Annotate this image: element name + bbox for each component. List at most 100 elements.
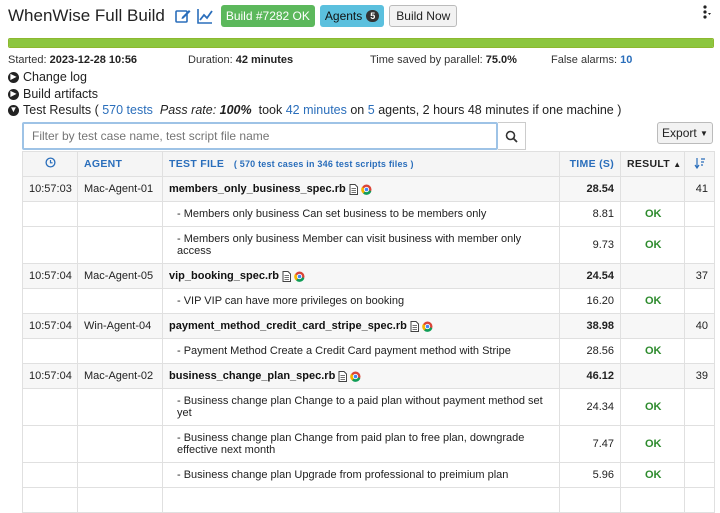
case-result: OK [620,201,685,227]
test-case-row[interactable]: - Business change plan Change from paid … [22,425,715,463]
empty-seq-cell [684,288,715,314]
sequence-number: 40 [684,313,715,339]
build-artifacts-toggle[interactable]: ▶ Build artifacts [8,87,98,101]
search-icon [505,130,518,143]
export-label: Export [662,126,697,140]
test-file-row[interactable]: 10:57:04 Mac-Agent-02 business_change_plan… [22,363,715,389]
change-log-toggle[interactable]: ▶ Change log [8,70,87,84]
test-file-name[interactable]: vip_booking_spec.rb [169,270,279,282]
test-file-row[interactable]: 10:57:03 Mac-Agent-01 members_only_busines… [22,176,715,202]
file-doc-icon[interactable] [346,183,358,195]
agent-name: Mac-Agent-02 [77,363,163,389]
search-button[interactable] [498,122,526,150]
table-body: 10:57:03 Mac-Agent-01 members_only_busines… [22,176,715,513]
time-saved-value: 75.0% [485,54,517,66]
test-case-row[interactable]: - Payment Method Create a Credit Card pa… [22,338,715,364]
empty-agent-cell [77,487,163,513]
case-duration [559,487,621,513]
empty-agent-cell [77,388,163,426]
build-progress-fill [9,39,713,47]
test-case-row[interactable]: - Members only business Can set business… [22,201,715,227]
test-case-name: - Members only business Member can visit… [162,226,560,264]
case-duration: 16.20 [559,288,621,314]
file-result [620,263,685,289]
empty-time-cell [22,487,78,513]
duration-value: 42 minutes [235,54,294,66]
test-case-row[interactable]: - Business change plan Change to a paid … [22,388,715,426]
started-stat: Started: 2023-12-28 10:56 [8,54,137,66]
time-column-header[interactable] [22,151,78,177]
result-column-header[interactable]: RESULT ▲ [620,151,685,177]
case-result: OK [620,462,685,488]
start-time: 10:57:04 [22,363,78,389]
chrome-browser-icon [347,370,361,382]
test-case-name: - VIP VIP can have more privileges on bo… [162,288,560,314]
chevron-right-icon: ▶ [8,71,19,83]
empty-agent-cell [77,425,163,463]
test-file-cell: members_only_business_spec.rb [162,176,560,202]
test-case-row[interactable]: - Members only business Member can visit… [22,226,715,264]
chrome-browser-icon [358,183,372,195]
change-log-label: Change log [23,70,87,84]
false-alarms-link[interactable]: 10 [620,54,632,66]
build-artifacts-label: Build artifacts [23,87,99,101]
time-seconds-column-header[interactable]: TIME (S) [559,151,621,177]
file-doc-icon[interactable] [335,370,348,382]
case-result: OK [620,388,685,426]
test-case-row[interactable] [22,487,715,513]
agents-num-link[interactable]: 5 [368,103,375,117]
false-alarms-stat: False alarms: 10 [551,54,632,66]
empty-agent-cell [77,462,163,488]
build-now-button[interactable]: Build Now [389,5,458,27]
test-case-row[interactable]: - Business change plan Upgrade from prof… [22,462,715,488]
test-file-row[interactable]: 10:57:04 Mac-Agent-05 vip_booking_spec.rb 2… [22,263,715,289]
empty-time-cell [22,462,78,488]
agents-count-badge: 5 [366,10,380,22]
started-label: Started: [8,54,47,66]
on-label: on [350,103,365,117]
vertical-dots-icon[interactable] [702,4,712,23]
test-case-row[interactable]: - VIP VIP can have more privileges on bo… [22,288,715,314]
agent-column-header[interactable]: AGENT [77,151,163,177]
empty-time-cell [22,201,78,227]
chevron-right-icon: ▶ [8,88,19,100]
empty-time-cell [22,288,78,314]
test-file-row[interactable]: 10:57:04 Win-Agent-04 payment_method_credi… [22,313,715,339]
case-duration: 9.73 [559,226,621,264]
duration-label: Duration: [188,54,233,66]
file-duration: 38.98 [559,313,621,339]
empty-time-cell [22,388,78,426]
line-chart-icon[interactable] [195,6,215,26]
case-result: OK [620,425,685,463]
empty-agent-cell [77,201,163,227]
test-case-name [162,487,560,513]
test-file-cell: business_change_plan_spec.rb [162,363,560,389]
sort-order-column-header[interactable] [684,151,715,177]
test-results-toggle[interactable]: ▼ Test Results ( 570 tests Pass rate: 10… [8,103,621,117]
file-duration: 46.12 [559,363,621,389]
test-file-name[interactable]: members_only_business_spec.rb [169,183,346,195]
agents-button[interactable]: Agents 5 [319,5,385,27]
file-doc-icon[interactable] [279,270,292,282]
file-doc-icon[interactable] [407,320,419,332]
test-file-cell: vip_booking_spec.rb [162,263,560,289]
sort-asc-icon: ▲ [673,160,682,169]
took-time-link[interactable]: 42 minutes [286,103,347,117]
caret-down-icon: ▼ [700,128,708,138]
case-result: OK [620,338,685,364]
test-file-name[interactable]: business_change_plan_spec.rb [169,370,335,382]
test-file-name[interactable]: payment_method_credit_card_stripe_spec.r… [169,320,407,332]
tests-count-link[interactable]: 570 tests [102,103,153,117]
pass-rate-value: 100% [219,103,252,117]
edit-icon[interactable] [173,6,193,26]
agents-label: Agents [324,9,363,23]
time-saved-stat: Time saved by parallel: 75.0% [370,54,517,66]
test-file-column-header[interactable]: TEST FILE ( 570 test cases in 346 test s… [162,151,560,177]
start-time: 10:57:04 [22,313,78,339]
chevron-down-icon: ▼ [8,104,19,116]
empty-seq-cell [684,487,715,513]
filter-input[interactable] [24,124,496,148]
file-duration: 24.54 [559,263,621,289]
export-button[interactable]: Export ▼ [657,122,713,144]
build-status-button[interactable]: Build #7282 OK [220,5,315,27]
